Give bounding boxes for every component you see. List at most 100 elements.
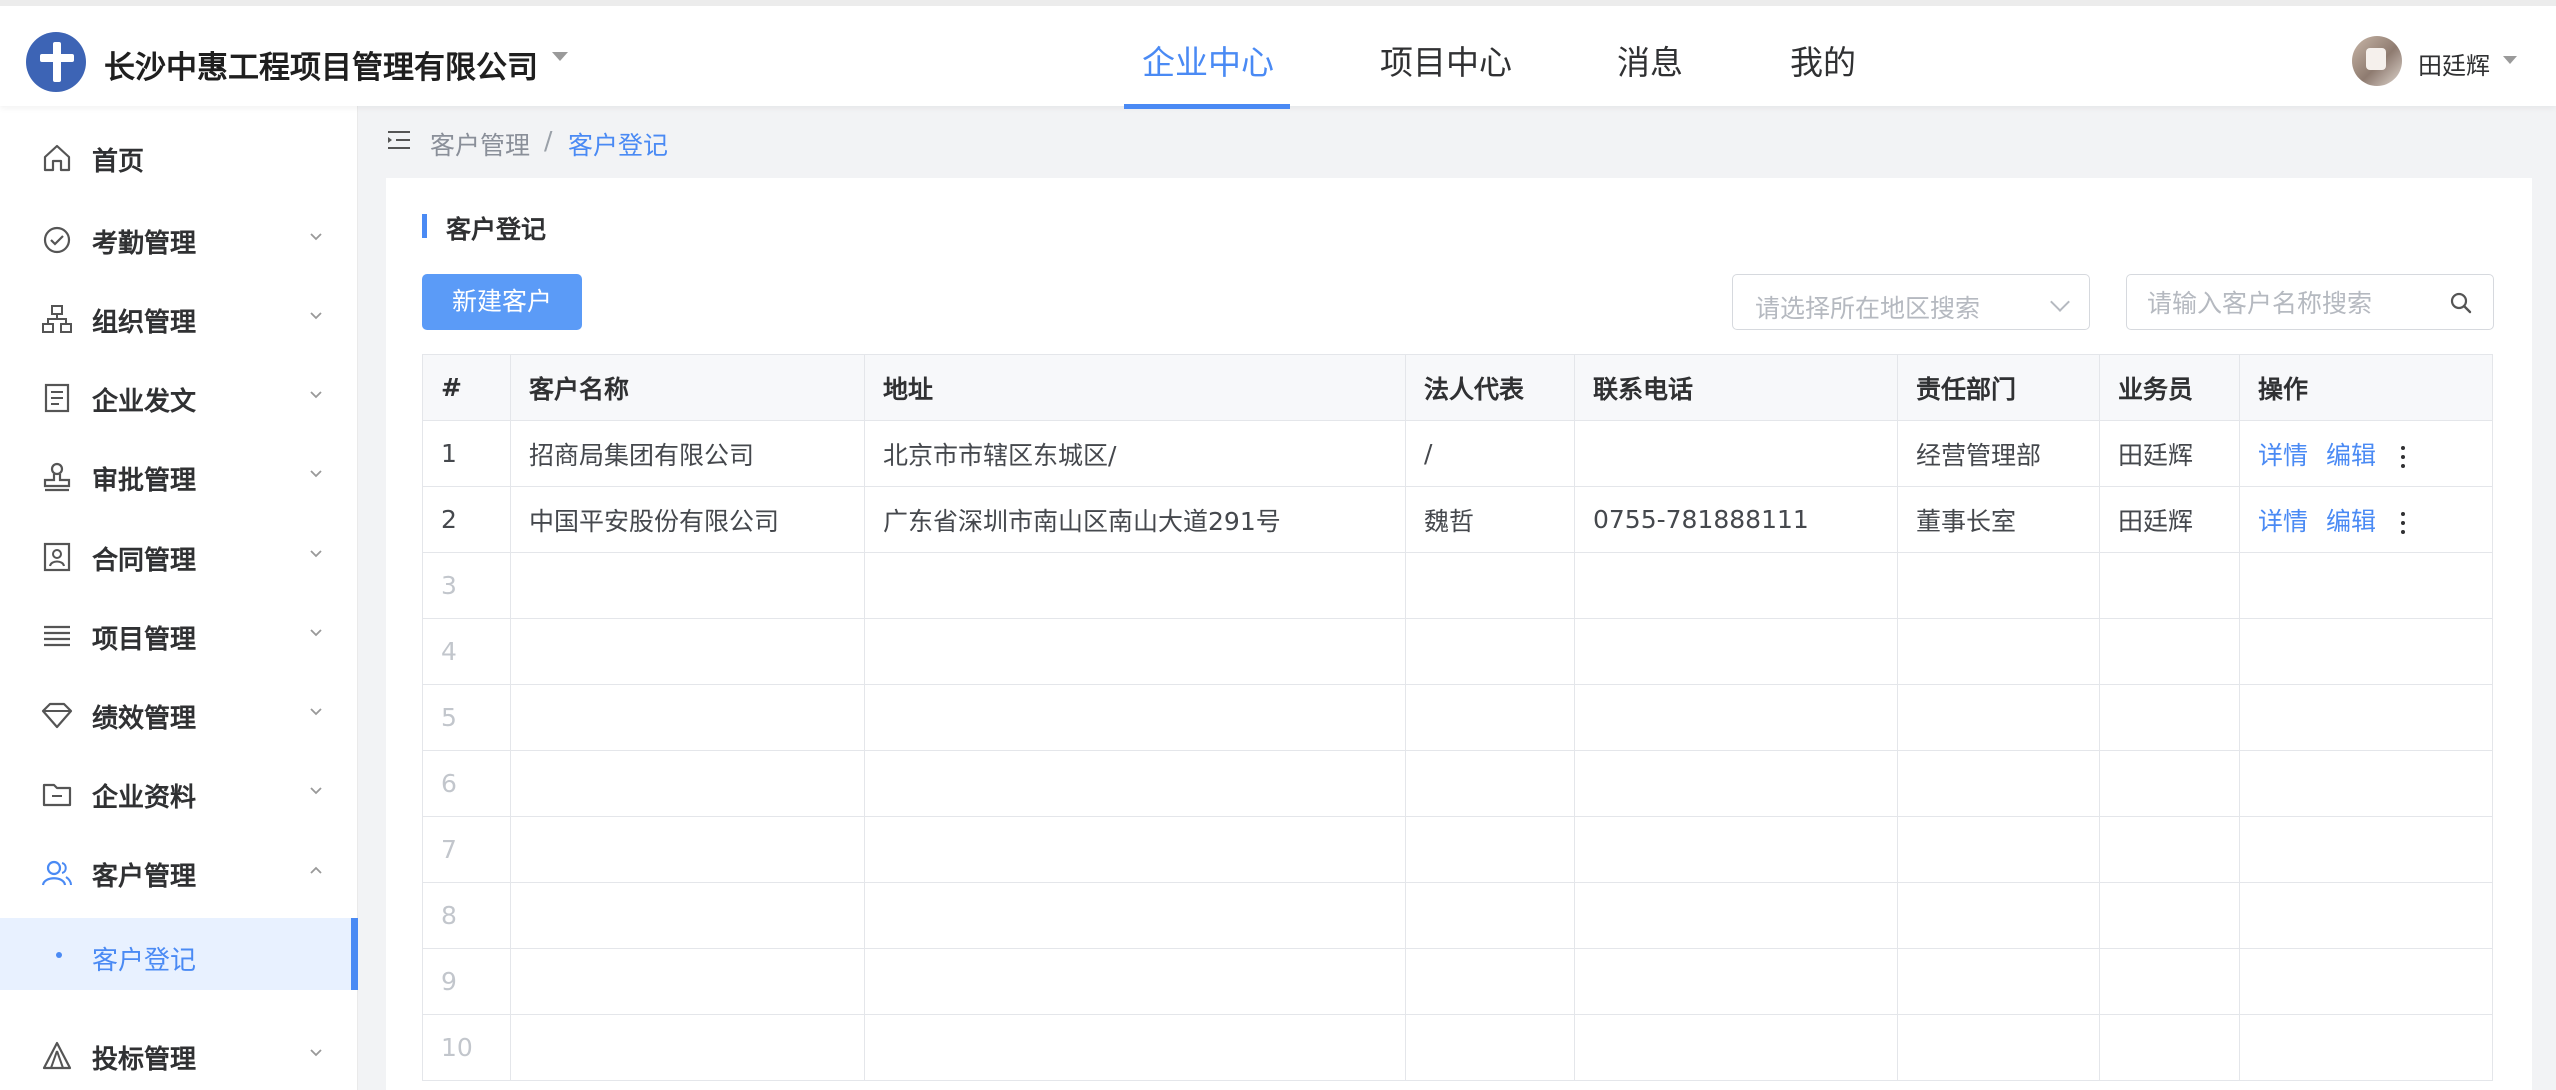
sidebar-item-bidding[interactable]: 投标管理: [0, 1019, 358, 1089]
edit-link[interactable]: 编辑: [2326, 441, 2376, 470]
chevron-down-icon: [2050, 292, 2070, 312]
sidebar-item-attendance[interactable]: 考勤管理: [0, 203, 358, 273]
cell-index: 5: [422, 684, 511, 751]
customer-search-box[interactable]: [2126, 274, 2494, 330]
breadcrumb-item[interactable]: 客户管理: [430, 126, 530, 162]
cell-sales: 田廷辉: [2099, 420, 2240, 487]
cell-index: 8: [422, 882, 511, 949]
tab-messages[interactable]: 消息: [1617, 36, 1683, 84]
breadcrumb-current: 客户登记: [568, 131, 669, 160]
column-header-phone: 联系电话: [1574, 354, 1898, 421]
sidebar-item-label: 客户管理: [92, 862, 197, 892]
cell-actions: 详情 编辑: [2239, 420, 2493, 487]
cell-legal: /: [1405, 420, 1575, 487]
sidebar-item-customer[interactable]: 客户管理: [0, 836, 358, 906]
chevron-down-icon: [310, 470, 322, 478]
page-title: 客户登记: [446, 215, 547, 244]
cell-index: 4: [422, 618, 511, 685]
table-row-empty: 9: [422, 948, 2493, 1015]
sidebar-item-enterprise-docs[interactable]: 企业资料: [0, 757, 358, 827]
bid-icon: [42, 1041, 72, 1070]
sidebar-item-label: 首页: [92, 147, 145, 177]
cell-index: 1: [422, 420, 511, 487]
menu-fold-icon[interactable]: [386, 128, 412, 152]
chevron-down-icon: [310, 391, 322, 399]
sidebar-item-home[interactable]: 首页: [0, 121, 358, 191]
tab-enterprise-center[interactable]: 企业中心: [1142, 36, 1274, 84]
user-dropdown-caret-icon[interactable]: [2503, 56, 2517, 64]
chevron-down-icon: [310, 550, 322, 558]
tab-project-center[interactable]: 项目中心: [1380, 36, 1512, 84]
customer-table: # 客户名称 地址 法人代表 联系电话 责任部门 业务员 操作 1 招商局集团有…: [422, 354, 2493, 1081]
bullet-icon: [56, 952, 62, 958]
sidebar-item-project[interactable]: 项目管理: [0, 599, 358, 669]
sidebar-item-contract[interactable]: 合同管理: [0, 520, 358, 590]
more-vertical-icon[interactable]: [2394, 444, 2412, 470]
detail-link[interactable]: 详情: [2258, 507, 2308, 536]
sidebar-subitem-customer-registration[interactable]: 客户登记: [0, 918, 358, 990]
sidebar-item-organization[interactable]: 组织管理: [0, 282, 358, 352]
sidebar-item-label: 企业资料: [92, 783, 197, 813]
sidebar-item-label: 组织管理: [92, 308, 197, 338]
cell-phone: 0755-781888111: [1574, 486, 1898, 553]
folder-icon: [42, 783, 72, 807]
org-chart-icon: [42, 305, 72, 333]
cell-name: 中国平安股份有限公司: [510, 486, 865, 553]
cell-index: 9: [422, 948, 511, 1015]
table-row-empty: 10: [422, 1014, 2493, 1081]
sidebar-item-approval[interactable]: 审批管理: [0, 440, 358, 510]
cell-index: 10: [422, 1014, 511, 1081]
edit-link[interactable]: 编辑: [2326, 507, 2376, 536]
avatar[interactable]: [2352, 36, 2402, 86]
cell-dept: 经营管理部: [1897, 420, 2100, 487]
cell-phone: [1574, 420, 1898, 487]
chevron-down-icon: [310, 233, 322, 241]
more-vertical-icon[interactable]: [2394, 510, 2412, 536]
sidebar-subitem-label: 客户登记: [92, 946, 197, 976]
diamond-icon: [41, 702, 73, 729]
sidebar: 首页 考勤管理 组织管理 企业发文 审批管理 合同管理 项目管理 绩效管理 企业…: [0, 106, 358, 1090]
user-name[interactable]: 田廷辉: [2418, 46, 2490, 81]
sidebar-item-performance[interactable]: 绩效管理: [0, 678, 358, 748]
company-name[interactable]: 长沙中惠工程项目管理有限公司: [104, 42, 538, 87]
column-header-legal: 法人代表: [1405, 354, 1575, 421]
tab-mine[interactable]: 我的: [1790, 36, 1856, 84]
cell-address: 广东省深圳市南山区南山大道291号: [864, 486, 1406, 553]
cell-actions: 详情 编辑: [2239, 486, 2493, 553]
table-row-empty: 6: [422, 750, 2493, 817]
sidebar-item-label: 项目管理: [92, 625, 197, 655]
sidebar-item-label: 合同管理: [92, 546, 197, 576]
new-customer-button[interactable]: 新建客户: [422, 274, 582, 330]
search-icon[interactable]: [2449, 291, 2473, 315]
contract-icon: [43, 542, 71, 572]
company-dropdown-caret-icon[interactable]: [552, 52, 568, 61]
table-row: 2 中国平安股份有限公司 广东省深圳市南山区南山大道291号 魏哲 0755-7…: [422, 486, 2493, 553]
table-row-empty: 3: [422, 552, 2493, 619]
table-row-empty: 5: [422, 684, 2493, 751]
column-header-index: #: [422, 354, 511, 421]
chevron-down-icon: [310, 787, 322, 795]
users-icon: [41, 860, 72, 886]
customer-search-input[interactable]: [2147, 285, 2437, 321]
column-header-actions: 操作: [2239, 354, 2493, 421]
table-row-empty: 7: [422, 816, 2493, 883]
table-row-empty: 8: [422, 882, 2493, 949]
region-select-placeholder: 请选择所在地区搜索: [1755, 294, 1981, 323]
sidebar-item-label: 考勤管理: [92, 229, 197, 259]
sidebar-item-documents[interactable]: 企业发文: [0, 361, 358, 431]
detail-link[interactable]: 详情: [2258, 441, 2308, 470]
cell-legal: 魏哲: [1405, 486, 1575, 553]
cell-dept: 董事长室: [1897, 486, 2100, 553]
column-header-sales: 业务员: [2099, 354, 2240, 421]
breadcrumb-separator: /: [544, 126, 553, 155]
column-header-dept: 责任部门: [1897, 354, 2100, 421]
chevron-down-icon: [310, 629, 322, 637]
region-select[interactable]: 请选择所在地区搜索: [1732, 274, 2090, 330]
cell-index: 7: [422, 816, 511, 883]
active-indicator: [351, 918, 358, 990]
sidebar-item-label: 绩效管理: [92, 704, 197, 734]
sidebar-item-label: 审批管理: [92, 466, 197, 496]
title-accent-bar: [422, 214, 427, 238]
cell-index: 6: [422, 750, 511, 817]
cell-address: 北京市市辖区东城区/: [864, 420, 1406, 487]
